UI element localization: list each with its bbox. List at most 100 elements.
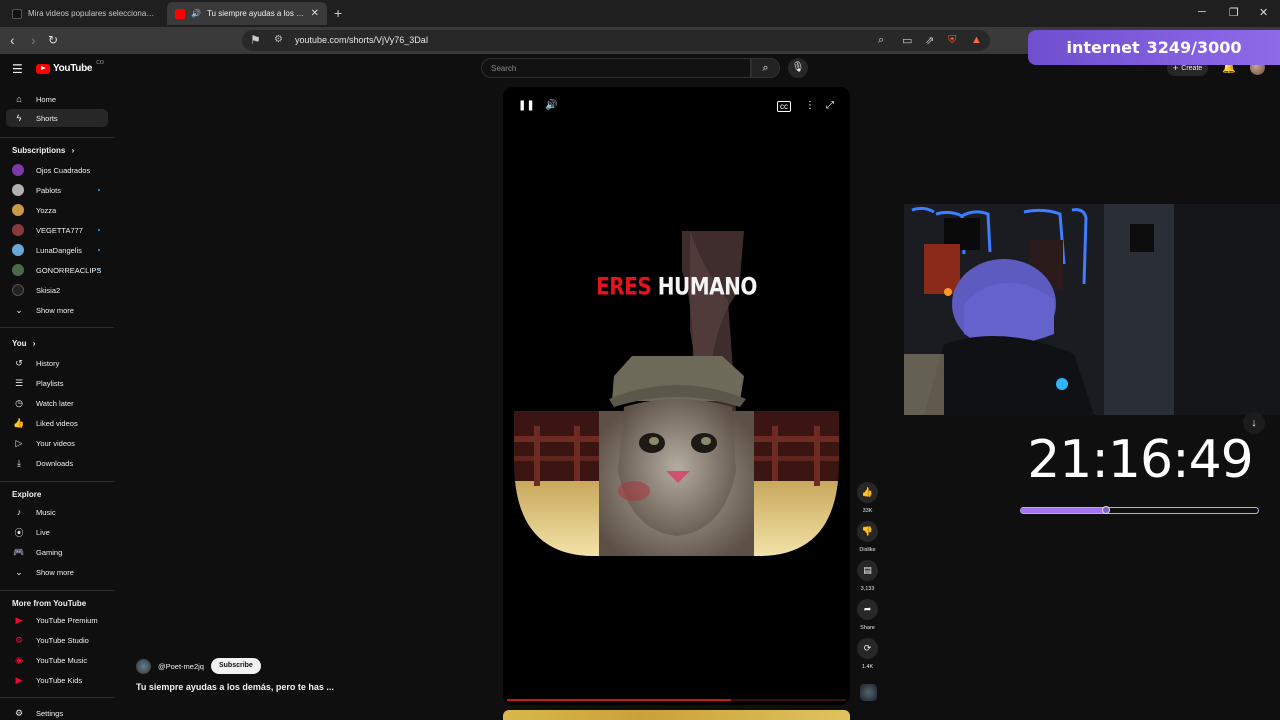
download-icon: ⤓ <box>17 457 21 468</box>
sidebar-item-subscription[interactable]: Pablots <box>6 181 108 199</box>
comment-icon: ▤ <box>857 560 878 581</box>
like-button[interactable]: 👍 33K <box>856 482 879 514</box>
share-icon: ➦ <box>857 599 878 620</box>
sidebar-item-subscription[interactable]: GONORREACLIPS <box>6 261 108 279</box>
more-options-icon[interactable]: ⋮ <box>805 100 815 111</box>
address-bar[interactable]: ⚑ ⚙ youtube.com/shorts/VjVy76_3DaI ⌕ ▭ ⇗… <box>242 30 990 51</box>
short-title[interactable]: Tu siempre ayudas a los demás, pero te h… <box>136 682 334 692</box>
divider <box>0 327 114 328</box>
reload-button[interactable]: ↻ <box>48 32 58 48</box>
shorts-player[interactable]: ❚❚ 🔊 cc ⋮ ⤢ ERES HUMANO <box>503 87 850 705</box>
site-info-icon[interactable]: ⚙ <box>274 34 283 45</box>
sidebar-item-gaming[interactable]: 🎮 Gaming <box>6 543 108 561</box>
share-button[interactable]: ➦ Share <box>856 599 879 631</box>
fullscreen-icon[interactable]: ⤢ <box>826 100 834 111</box>
new-tab-button[interactable]: + <box>334 5 342 21</box>
tab-youtube-short[interactable]: 🔊 Tu siempre ayudas a los demás ✕ <box>167 2 327 25</box>
stream-progress-bar <box>1020 507 1259 514</box>
heading-text: Subscriptions <box>12 146 66 155</box>
sidebar-item-label: Ojos Cuadrados <box>36 165 91 175</box>
sidebar-item-home[interactable]: ⌂ Home <box>6 90 108 108</box>
sidebar-item-music[interactable]: ♪ Music <box>6 503 108 521</box>
search-placeholder: Search <box>491 64 517 73</box>
video-caption: ERES HUMANO <box>503 272 850 301</box>
forward-button[interactable]: › <box>31 32 36 48</box>
dislike-button[interactable]: 👎 Dislike <box>856 521 879 553</box>
history-icon: ↺ <box>15 357 23 368</box>
youtube-icon <box>175 8 185 19</box>
sound-source-avatar[interactable] <box>860 684 877 701</box>
sidebar-item-label: Music <box>36 507 56 517</box>
sidebar-item-label: Shorts <box>36 113 58 123</box>
stream-progress-fill <box>1021 508 1107 513</box>
channel-avatar[interactable] <box>136 658 151 674</box>
sidebar-item-your-videos[interactable]: ▷ Your videos <box>6 434 108 452</box>
subscribe-button[interactable]: Subscribe <box>210 658 261 674</box>
channel-avatar <box>12 244 24 256</box>
subscriptions-heading[interactable]: Subscriptions › <box>12 146 74 155</box>
speaker-icon[interactable]: 🔊 <box>191 9 201 18</box>
youtube-logo[interactable]: YouTube CO <box>36 60 104 74</box>
comments-button[interactable]: ▤ 3,133 <box>856 560 879 592</box>
menu-icon[interactable]: ☰ <box>12 62 23 76</box>
voice-search-button[interactable]: 🎙 <box>788 58 808 78</box>
video-progress-bar[interactable] <box>507 699 846 701</box>
sidebar-item-youtube-kids[interactable]: ▶ YouTube Kids <box>6 671 108 689</box>
you-heading[interactable]: You › <box>12 339 35 348</box>
back-button[interactable]: ‹ <box>10 32 15 48</box>
brave-shield-icon[interactable]: ⛨ <box>948 34 956 47</box>
sidebar-item-shorts[interactable]: ϟ Shorts <box>6 109 108 127</box>
sidebar-item-history[interactable]: ↺ History <box>6 354 108 372</box>
sidebar-item-playlists[interactable]: ☰ Playlists <box>6 374 108 392</box>
playlists-icon: ☰ <box>14 377 24 388</box>
sidebar-item-liked-videos[interactable]: 👍 Liked videos <box>6 414 108 432</box>
remix-button[interactable]: ⟳ 1.4K <box>856 638 879 670</box>
channel-avatar <box>12 204 24 216</box>
sidebar-item-subscription[interactable]: VEGETTA777 <box>6 221 108 239</box>
maximize-button[interactable]: ❐ <box>1229 6 1239 19</box>
search-input[interactable]: Search <box>481 58 751 78</box>
sidebar-item-downloads[interactable]: ⤓ Downloads <box>6 454 108 472</box>
next-short-preview[interactable] <box>503 710 850 720</box>
tab-title: Tu siempre ayudas a los demás <box>206 9 305 18</box>
brave-rewards-icon[interactable]: ▲ <box>971 34 982 46</box>
youtube-music-icon: ◉ <box>15 654 23 665</box>
sidebar-item-watch-later[interactable]: ◷ Watch later <box>6 394 108 412</box>
sidebar-item-live[interactable]: ⦿ Live <box>6 523 108 541</box>
captions-icon[interactable]: cc <box>777 101 791 112</box>
pause-icon[interactable]: ❚❚ <box>518 100 535 111</box>
tab-tiktok[interactable]: Mira videos populares seleccionados <box>4 2 164 25</box>
sidebar-item-label: VEGETTA777 <box>36 225 83 235</box>
new-content-dot <box>98 269 100 271</box>
caption-white-word: HUMANO <box>657 271 758 301</box>
sidebar-item-youtube-premium[interactable]: ▶ YouTube Premium <box>6 611 108 629</box>
close-tab-icon[interactable]: ✕ <box>311 8 319 19</box>
search-button[interactable]: ⌕ <box>751 58 780 78</box>
sidebar-item-youtube-music[interactable]: ◉ YouTube Music <box>6 651 108 669</box>
sidebar-item-label: Show more <box>36 567 74 577</box>
bookmark-icon[interactable]: ⚑ <box>250 33 261 47</box>
volume-icon[interactable]: 🔊 <box>545 100 557 111</box>
show-more-subscriptions[interactable]: ⌄ Show more <box>6 301 108 319</box>
internet-counter-badge: internet 3249/3000 <box>1028 30 1280 65</box>
channel-name[interactable]: @Poet-me2jq <box>158 662 204 671</box>
url-text[interactable]: youtube.com/shorts/VjVy76_3DaI <box>295 35 428 45</box>
show-more-explore[interactable]: ⌄ Show more <box>6 563 108 581</box>
cast-icon[interactable]: ▭ <box>902 34 912 47</box>
divider <box>0 590 114 591</box>
sidebar-item-subscription[interactable]: Yozza <box>6 201 108 219</box>
minimize-button[interactable]: ─ <box>1198 6 1206 18</box>
sidebar-item-settings[interactable]: ⚙ Settings <box>6 704 108 720</box>
zoom-icon[interactable]: ⌕ <box>878 34 884 47</box>
sidebar-item-subscription[interactable]: Ojos Cuadrados <box>6 161 108 179</box>
chevron-down-icon: ⌄ <box>15 304 23 315</box>
sidebar-item-subscription[interactable]: LunaDangelis <box>6 241 108 259</box>
channel-avatar <box>12 264 24 276</box>
sidebar-item-label: GONORREACLIPS <box>36 265 102 275</box>
divider <box>0 481 114 482</box>
close-window-button[interactable]: ✕ <box>1259 6 1268 19</box>
share-page-icon[interactable]: ⇗ <box>925 34 934 47</box>
badge-label: internet <box>1066 38 1140 57</box>
sidebar-item-subscription[interactable]: Skisia2 <box>6 281 108 299</box>
sidebar-item-youtube-studio[interactable]: ⚙ YouTube Studio <box>6 631 108 649</box>
